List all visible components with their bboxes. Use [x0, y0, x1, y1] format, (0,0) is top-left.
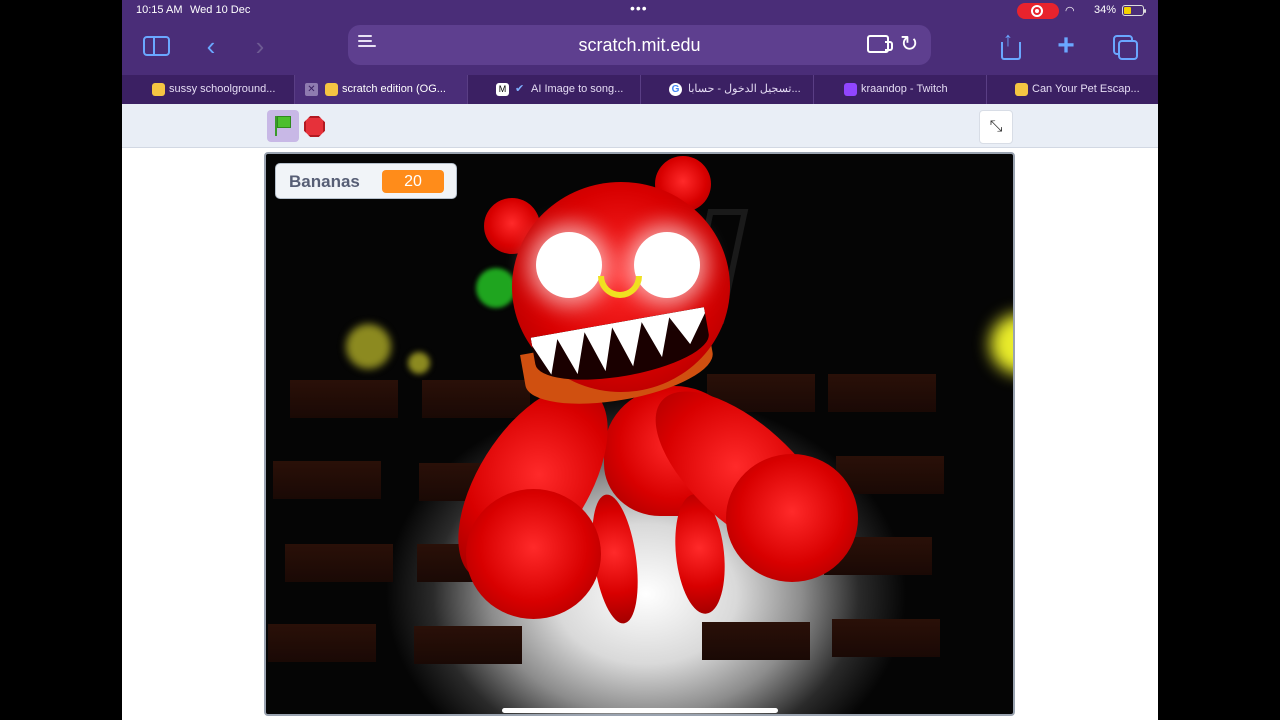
tab[interactable]: G تسجيل الدخول - حسابا... — [641, 75, 814, 104]
tab-strip: sussy schoolground... ✕ scratch edition … — [122, 75, 1158, 104]
brick-wall-tile — [702, 622, 810, 660]
scratch-stage[interactable]: Bananas 20 — [264, 152, 1015, 716]
wifi-icon: ◠ — [1065, 5, 1075, 17]
brick-wall-tile — [268, 624, 376, 662]
chevron-right-icon[interactable]: › — [245, 32, 275, 60]
share-icon[interactable]: ↑ — [996, 29, 1026, 60]
m-favicon-icon: M — [496, 83, 509, 96]
tab-label: scratch edition (OG... — [342, 83, 446, 95]
tab-label: Can Your Pet Escap... — [1032, 83, 1140, 95]
scratch-favicon-icon — [152, 83, 165, 96]
url-text[interactable]: scratch.mit.edu — [348, 35, 931, 56]
brick-wall-tile — [832, 619, 940, 657]
address-bar[interactable]: scratch.mit.edu ↻ — [348, 25, 931, 65]
tab-label: تسجيل الدخول - حسابا... — [688, 83, 801, 95]
multitasking-dots-icon[interactable]: ••• — [630, 0, 648, 16]
tab[interactable]: kraandop - Twitch — [814, 75, 987, 104]
monitor-value: 20 — [382, 170, 444, 193]
tab-active[interactable]: ✕ scratch edition (OG... — [295, 75, 468, 104]
monitor-label: Bananas — [289, 172, 360, 191]
brick-wall-tile — [285, 544, 393, 582]
tab[interactable]: M ✔ AI Image to song... — [468, 75, 641, 104]
plus-icon[interactable]: + — [1051, 31, 1081, 61]
brick-wall-tile — [290, 380, 398, 418]
google-favicon-icon: G — [669, 83, 682, 96]
monster-right-eye — [634, 232, 700, 298]
brick-wall-tile — [273, 461, 381, 499]
brick-wall-tile — [414, 626, 522, 664]
green-flag-cloth — [277, 116, 291, 128]
battery-icon — [1122, 5, 1146, 16]
status-date: Wed 10 Dec — [190, 4, 251, 16]
tab[interactable]: Can Your Pet Escap... — [987, 75, 1158, 104]
ipad-screen: 10:15 AM Wed 10 Dec ••• ◠ 34% ‹ › scratc… — [122, 0, 1158, 720]
chevron-left-icon[interactable]: ‹ — [196, 32, 226, 60]
close-icon[interactable]: ✕ — [305, 83, 318, 96]
green-blob — [476, 268, 516, 308]
reload-icon[interactable]: ↻ — [900, 31, 918, 57]
status-bar: 10:15 AM Wed 10 Dec ••• ◠ 34% — [122, 0, 1158, 22]
sidebar-icon[interactable] — [142, 32, 172, 60]
tab[interactable]: sussy schoolground... — [122, 75, 295, 104]
yellow-blob — [346, 324, 391, 369]
monster-left-eye — [536, 232, 602, 298]
tab-label: kraandop - Twitch — [861, 83, 948, 95]
yellow-blob — [408, 352, 430, 374]
stop-button[interactable] — [304, 116, 325, 137]
twitch-favicon-icon — [844, 83, 857, 96]
tab-label: AI Image to song... — [531, 83, 624, 95]
screen-recording-icon[interactable] — [1017, 3, 1059, 19]
monster-right-fist — [726, 454, 858, 582]
safari-chrome: 10:15 AM Wed 10 Dec ••• ◠ 34% ‹ › scratc… — [122, 0, 1158, 104]
monster-left-fist — [466, 489, 601, 619]
brick-wall-tile — [828, 374, 936, 412]
battery-percent: 34% — [1094, 4, 1117, 16]
yellow-light-blob — [990, 314, 1013, 374]
exit-fullscreen-button[interactable]: ⤡ — [979, 110, 1013, 144]
variable-monitor[interactable]: Bananas 20 — [275, 163, 457, 199]
status-time: 10:15 AM — [136, 4, 183, 16]
green-flag-button[interactable] — [267, 110, 299, 142]
home-indicator[interactable] — [502, 708, 778, 713]
extension-icon[interactable] — [867, 35, 893, 53]
scratch-player-controls: ⤡ — [122, 104, 1158, 148]
brick-wall-tile — [836, 456, 944, 494]
scratch-favicon-icon — [325, 83, 338, 96]
checkmark-icon: ✔ — [515, 83, 525, 95]
tab-label: sussy schoolground... — [169, 83, 276, 95]
scratch-favicon-icon — [1015, 83, 1028, 96]
tabs-overview-icon[interactable] — [1110, 32, 1140, 60]
brick-wall-tile — [422, 380, 530, 418]
